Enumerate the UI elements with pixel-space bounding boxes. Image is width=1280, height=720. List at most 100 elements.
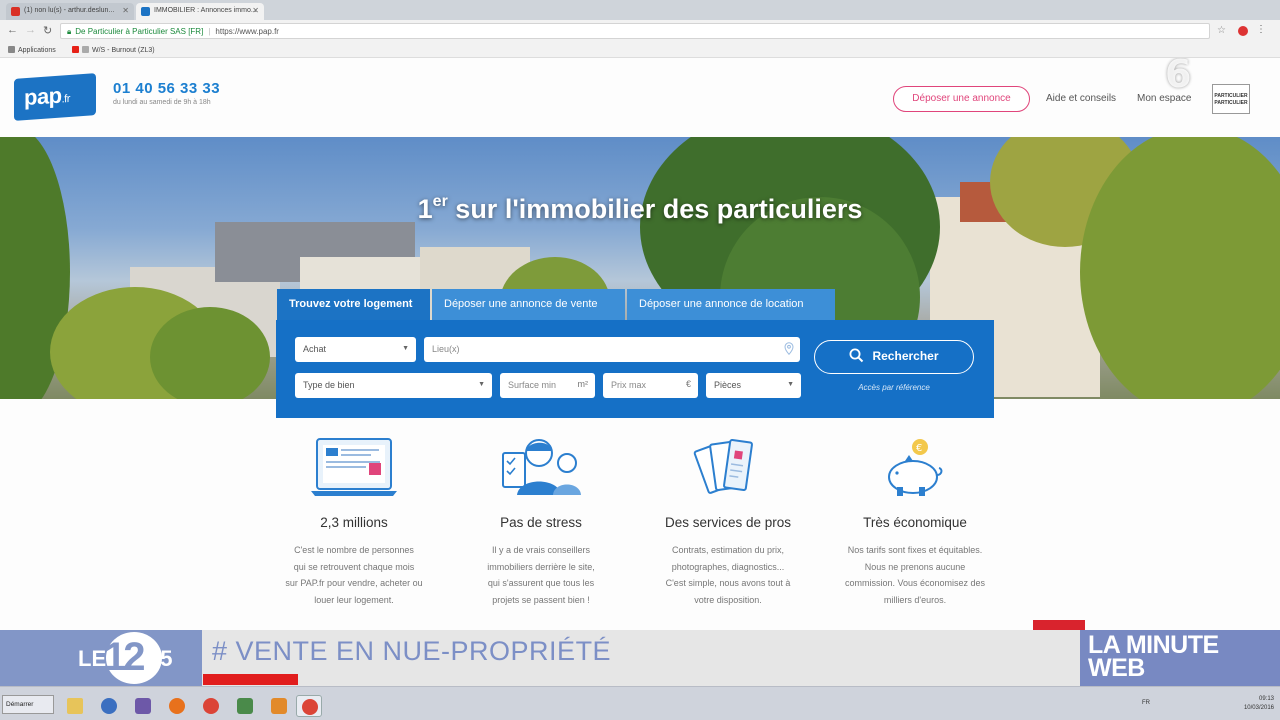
url-text: https://www.pap.fr — [215, 27, 279, 36]
opening-hours: du lundi au samedi de 9h à 18h — [113, 99, 211, 106]
piggy-bank-icon: € — [825, 433, 1005, 501]
partner-badge-text: PARTICULIER PARTICULIER — [1214, 93, 1248, 106]
close-icon[interactable]: ✕ — [252, 6, 259, 15]
tv-logo-le: LE — [78, 646, 107, 671]
pap-logo[interactable]: pap.fr — [14, 73, 96, 121]
price-unit: € — [685, 379, 691, 389]
web-page: pap.fr 01 40 56 33 33 du lundi au samedi… — [0, 58, 1280, 630]
feature-title: 2,3 millions — [320, 515, 388, 530]
chevron-down-icon: ▼ — [402, 345, 409, 352]
taskbar-app-icon[interactable] — [130, 695, 156, 717]
reference-link[interactable]: Accès par référence — [814, 383, 974, 392]
hero-title-rest: sur l'immobilier des particuliers — [447, 194, 863, 224]
tv-lower-third: LE 12 45 # VENTE EN NUE-PROPRIÉTÉ LA MIN… — [0, 630, 1280, 686]
taskbar-network-icon[interactable] — [232, 695, 258, 717]
tv-headline: # VENTE EN NUE-PROPRIÉTÉ — [212, 636, 612, 666]
back-icon[interactable]: ← — [7, 24, 18, 36]
start-label: Démarrer — [6, 701, 34, 708]
feature-pro-services: Des services de pros Contrats, estimatio… — [638, 433, 818, 608]
system-clock[interactable]: 09:13 10/03/2016 — [1244, 695, 1274, 713]
feature-title: Très économique — [863, 515, 967, 530]
site-identity: De Particulier à Particulier SAS [FR] — [75, 27, 204, 36]
search-button-label: Rechercher — [872, 349, 939, 363]
apps-icon — [8, 46, 15, 53]
tab-rental-ad[interactable]: Déposer une annonce de location — [627, 289, 835, 320]
location-placeholder: Lieu(x) — [432, 344, 460, 354]
rooms-select[interactable]: Pièces ▼ — [706, 373, 801, 398]
bookmark-ws[interactable]: W/S - Burnout (ZL3) — [82, 46, 155, 54]
close-icon[interactable]: ✕ — [122, 6, 129, 15]
taskbar-firefox-icon[interactable] — [164, 695, 190, 717]
chevron-down-icon: ▼ — [478, 381, 485, 388]
logo-text: pap — [24, 82, 62, 111]
taskbar-media-icon[interactable] — [96, 695, 122, 717]
browser-tabstrip: (1) non lu(s) - arthur.deslun... ✕ IMMOB… — [0, 0, 1280, 20]
bookmark-label: Applications — [18, 47, 56, 54]
hero-title: 1er sur l'immobilier des particuliers — [0, 193, 1280, 225]
feature-audience: 2,3 millions C'est le nombre de personne… — [264, 433, 444, 608]
documents-icon — [638, 433, 818, 501]
my-account-link[interactable]: Mon espace — [1137, 93, 1191, 104]
tv-segment-line2: WEB — [1088, 654, 1145, 682]
browser-tab-mail[interactable]: (1) non lu(s) - arthur.deslun... ✕ — [6, 3, 134, 20]
transaction-select[interactable]: Achat ▼ — [295, 337, 416, 362]
address-bar[interactable]: 🔒︎ De Particulier à Particulier SAS [FR] |… — [60, 23, 1210, 39]
mail-icon — [11, 7, 20, 16]
bookmarks-bar: Applications W/S - Burnout (ZL3) — [0, 42, 1280, 58]
taskbar-folder-icon[interactable] — [62, 695, 88, 717]
phone-number[interactable]: 01 40 56 33 33 — [113, 80, 220, 97]
rooms-value: Pièces — [714, 380, 742, 390]
bookmark-label: W/S - Burnout (ZL3) — [92, 47, 155, 54]
bookmark-youtube[interactable] — [72, 46, 82, 54]
bookmark-star-icon[interactable]: ☆ — [1217, 25, 1226, 36]
partner-badge[interactable]: PARTICULIER PARTICULIER — [1212, 84, 1250, 114]
clock-date: 10/03/2016 — [1243, 705, 1274, 711]
forward-icon[interactable]: → — [25, 24, 36, 36]
deposit-ad-button[interactable]: Déposer une annonce — [893, 86, 1030, 112]
svg-text:€: € — [916, 443, 922, 454]
taskbar-chrome-icon[interactable] — [198, 695, 224, 717]
taskbar-paint-icon[interactable] — [266, 695, 292, 717]
help-link[interactable]: Aide et conseils — [1046, 93, 1116, 104]
search-panel: Achat ▼ Lieu(x) Type de bien ▼ Surface min… — [276, 320, 994, 418]
surface-input[interactable]: Surface min m² — [500, 373, 595, 398]
feature-title: Pas de stress — [500, 515, 582, 530]
extension-icon[interactable] — [1238, 26, 1248, 36]
feature-economical: € Très économique Nos tarifs sont fixes … — [825, 433, 1005, 608]
tree-image — [1080, 137, 1280, 399]
browser-tab-pap[interactable]: IMMOBILIER : Annonces immo... ✕ — [136, 3, 264, 20]
youtube-icon — [72, 46, 79, 53]
tv-logo-hour: 12 — [104, 635, 145, 679]
bookmark-apps[interactable]: Applications — [8, 46, 56, 54]
reload-icon[interactable]: ↻ — [43, 24, 52, 37]
tv-segment-name: LA MINUTE WEB — [1080, 630, 1280, 686]
page-icon — [82, 46, 89, 53]
language-indicator[interactable]: FR — [1142, 700, 1150, 706]
price-input[interactable]: Prix max € — [603, 373, 698, 398]
feature-text: Nos tarifs sont fixes et équitables. Nous… — [844, 545, 986, 605]
logo-suffix: .fr — [61, 92, 70, 106]
search-icon — [849, 348, 864, 363]
tv-red-bar — [203, 674, 298, 685]
search-button[interactable]: Rechercher — [814, 340, 974, 374]
price-placeholder: Prix max — [611, 380, 647, 390]
pap-favicon-icon — [141, 7, 150, 16]
laptop-listing-icon — [264, 433, 444, 501]
property-type-select[interactable]: Type de bien ▼ — [295, 373, 492, 398]
location-input[interactable]: Lieu(x) — [424, 337, 800, 362]
feature-text: C'est le nombre de personnes qui se retro… — [285, 545, 423, 605]
tab-label: (1) non lu(s) - arthur.deslun... — [24, 7, 115, 14]
hero-title-sup: er — [432, 193, 448, 210]
channel-watermark: 6 — [1165, 58, 1192, 96]
tab-find-home[interactable]: Trouvez votre logement — [277, 289, 430, 320]
start-button[interactable]: Démarrer — [2, 695, 54, 714]
red-tag — [1033, 620, 1085, 630]
taskbar-chrome-active-icon[interactable] — [296, 695, 322, 717]
tv-show-logo: LE 12 45 — [0, 630, 202, 686]
advisors-icon — [451, 433, 631, 501]
tab-sale-ad[interactable]: Déposer une annonce de vente — [432, 289, 625, 320]
menu-icon[interactable]: ⋮ — [1256, 24, 1266, 35]
feature-text: Contrats, estimation du prix, photographe… — [665, 545, 791, 605]
transaction-value: Achat — [303, 344, 327, 354]
feature-title: Des services de pros — [664, 515, 792, 530]
